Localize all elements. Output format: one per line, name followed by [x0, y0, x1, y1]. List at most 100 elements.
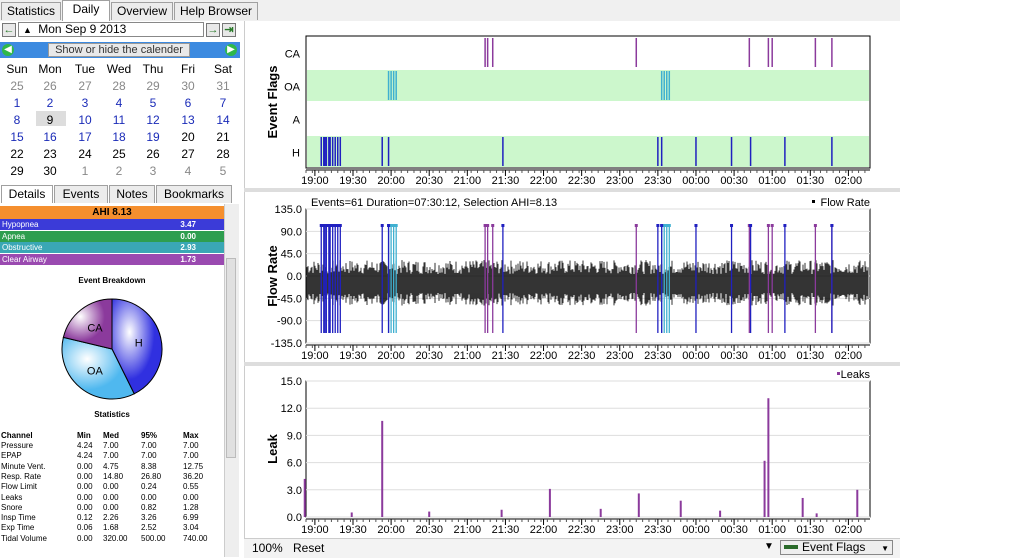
tab-notes[interactable]: Notes	[109, 185, 155, 203]
x-tick-label: 20:00	[377, 524, 405, 536]
flow-event-cap	[338, 224, 342, 227]
calendar-day[interactable]: 30	[171, 79, 205, 93]
tab-help-browser[interactable]: Help Browser	[174, 2, 258, 20]
calendar-day[interactable]: 27	[68, 79, 102, 93]
y-tick-label: 9.0	[287, 430, 302, 442]
calendar-day[interactable]: 3	[136, 164, 170, 178]
calendar-day[interactable]: 7	[206, 96, 240, 110]
event-flags-select[interactable]: Event Flags ▼	[780, 540, 893, 555]
y-tick-label: 15.0	[281, 376, 302, 388]
leak-bar	[303, 478, 306, 517]
calendar-day[interactable]: 25	[102, 147, 136, 161]
calendar-day[interactable]: 22	[0, 147, 34, 161]
legend-swatch	[812, 200, 815, 203]
flow-event-cap	[783, 224, 787, 227]
ahi-header: AHI 8.13	[0, 206, 224, 219]
calendar-day[interactable]: 26	[33, 79, 67, 93]
calendar-day[interactable]: 14	[206, 113, 240, 127]
calendar-day[interactable]: 26	[136, 147, 170, 161]
calendar-day[interactable]: 3	[68, 96, 102, 110]
calendar-day[interactable]: 23	[33, 147, 67, 161]
x-tick-label: 19:00	[301, 175, 329, 187]
calendar-day[interactable]: 1	[0, 96, 34, 110]
y-tick-label: 3.0	[287, 485, 302, 497]
next-month-icon[interactable]: ▶	[225, 44, 237, 56]
calendar-day[interactable]: 8	[0, 113, 34, 127]
x-tick-label: 22:30	[568, 524, 596, 536]
left-scrollbar-thumb[interactable]	[226, 258, 236, 458]
event-row-label: CA	[285, 49, 301, 61]
flow-event-cap	[660, 224, 664, 227]
x-tick-label: 20:00	[377, 350, 405, 362]
x-tick-label: 19:00	[301, 350, 329, 362]
tab-bookmarks[interactable]: Bookmarks	[156, 185, 232, 203]
calendar-day[interactable]: 31	[206, 79, 240, 93]
calendar-day[interactable]: 24	[68, 147, 102, 161]
calendar-day[interactable]: 28	[102, 79, 136, 93]
stats-value: 8.38	[141, 461, 157, 471]
stats-value: 7.00	[141, 441, 157, 450]
prev-day-button[interactable]: ←	[2, 23, 16, 37]
date-selector[interactable]: ▲ Mon Sep 9 2013	[18, 22, 204, 37]
x-tick-label: 02:00	[835, 350, 863, 362]
tab-events[interactable]: Events	[54, 185, 108, 203]
calendar-day[interactable]: 25	[0, 79, 34, 93]
stats-value: 6.99	[183, 513, 199, 523]
tab-statistics[interactable]: Statistics	[1, 2, 61, 20]
flow-rate-ylabel: Flow Rate	[265, 245, 280, 306]
last-day-button[interactable]: ⇥	[222, 23, 236, 37]
calendar-day[interactable]: 17	[68, 130, 102, 144]
y-tick-label: 12.0	[281, 403, 302, 415]
stats-value: 0.12	[77, 513, 93, 523]
prev-month-icon[interactable]: ◀	[2, 44, 14, 56]
calendar-day[interactable]: 29	[136, 79, 170, 93]
calendar-day[interactable]: 13	[171, 113, 205, 127]
flow-event-cap	[394, 224, 398, 227]
y-tick-label: -135.0	[271, 338, 302, 350]
date-label: Mon Sep 9 2013	[38, 22, 127, 36]
reset-button[interactable]: Reset	[293, 541, 324, 555]
calendar-day[interactable]: 12	[136, 113, 170, 127]
leak-bar	[763, 460, 766, 517]
calendar-day[interactable]: 15	[0, 130, 34, 144]
chevron-down-icon: ▼	[881, 544, 889, 553]
flow-event-cap	[380, 224, 384, 227]
calendar-day[interactable]: 18	[102, 130, 136, 144]
tab-details[interactable]: Details	[1, 185, 53, 203]
calendar-day[interactable]: 29	[0, 164, 34, 178]
x-tick-label: 20:00	[377, 175, 405, 187]
calendar-day[interactable]: 30	[33, 164, 67, 178]
x-tick-label: 20:30	[415, 350, 443, 362]
calendar-day[interactable]: 2	[102, 164, 136, 178]
calendar-day[interactable]: 5	[136, 96, 170, 110]
leak-bar	[679, 500, 682, 517]
flow-event-cap	[770, 224, 774, 227]
calendar-day[interactable]: 10	[68, 113, 102, 127]
tab-overview[interactable]: Overview	[111, 2, 173, 20]
calendar-day[interactable]: 4	[171, 164, 205, 178]
calendar-day[interactable]: 28	[206, 147, 240, 161]
dropdown-arrow-icon[interactable]: ▼	[764, 541, 774, 552]
calendar-day[interactable]: 6	[171, 96, 205, 110]
zoom-level: 100%	[252, 541, 283, 555]
stats-value: 320.00	[103, 533, 128, 543]
calendar-day[interactable]: 20	[171, 130, 205, 144]
calendar-day[interactable]: 19	[136, 130, 170, 144]
calendar-day[interactable]: 2	[33, 96, 67, 110]
calendar-day[interactable]: 9	[33, 113, 67, 127]
calendar-day[interactable]: 4	[102, 96, 136, 110]
next-day-button[interactable]: →	[206, 23, 220, 37]
calendar-toggle-button[interactable]: Show or hide the calender	[48, 43, 190, 57]
ahi-row-value: 1.73	[180, 254, 196, 264]
calendar-day[interactable]: 1	[68, 164, 102, 178]
stats-value: 7.00	[183, 441, 199, 450]
event-row-label: OA	[284, 82, 301, 94]
calendar-day[interactable]: 16	[33, 130, 67, 144]
calendar-day[interactable]: 21	[206, 130, 240, 144]
calendar-day[interactable]: 11	[102, 113, 136, 127]
calendar-day[interactable]: 5	[206, 164, 240, 178]
x-tick-label: 19:30	[339, 175, 367, 187]
calendar-day[interactable]: 27	[171, 147, 205, 161]
tab-daily[interactable]: Daily	[62, 0, 110, 21]
graphs-canvas[interactable]: CA OA A H Event Flags 19:00 19:30 20:00 20:30 21:…	[244, 21, 900, 538]
